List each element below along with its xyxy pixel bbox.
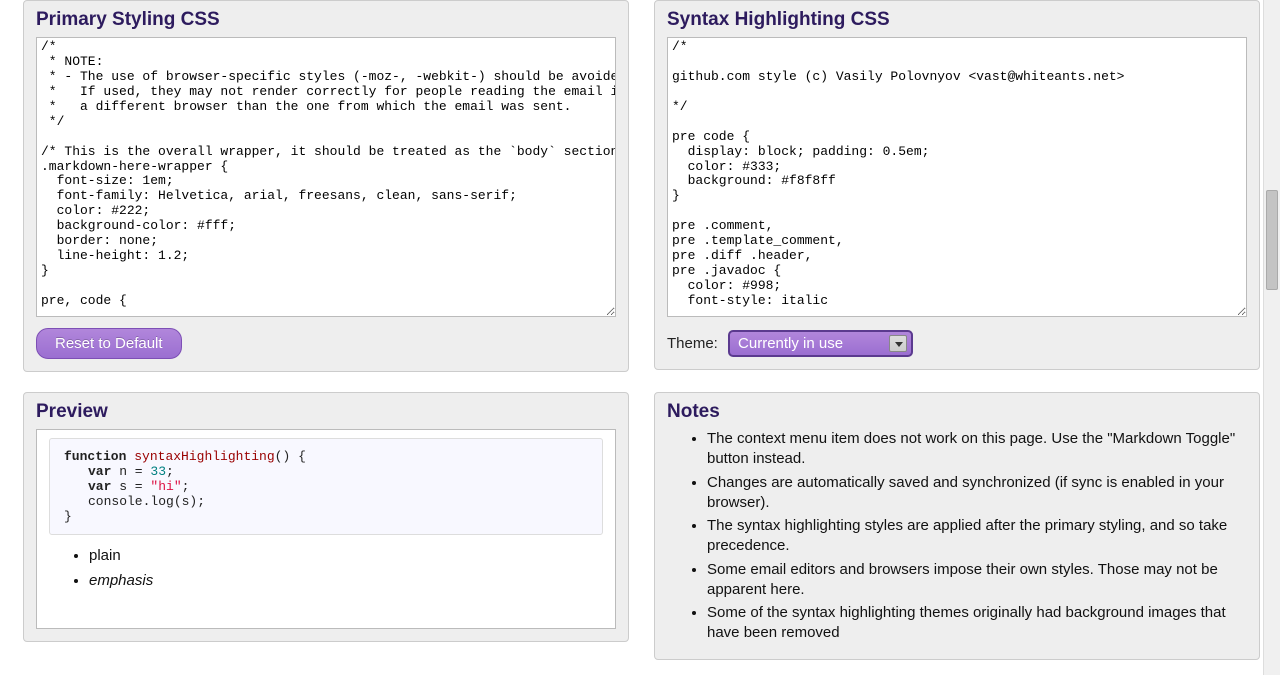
notes-list: The context menu item does not work on t…	[667, 429, 1247, 644]
code-text: console.log(s);	[88, 494, 205, 509]
list-item: Some of the syntax highlighting themes o…	[707, 603, 1247, 644]
code-text: ;	[166, 464, 174, 479]
code-kw: function	[64, 449, 126, 464]
code-text: ;	[182, 479, 190, 494]
syntax-css-title: Syntax Highlighting CSS	[667, 9, 1247, 31]
primary-css-textarea[interactable]	[36, 37, 616, 317]
syntax-css-panel: Syntax Highlighting CSS Theme: Currently…	[654, 0, 1260, 370]
preview-box[interactable]: function syntaxHighlighting() { var n = …	[36, 429, 616, 629]
code-text: n =	[111, 464, 150, 479]
code-text: () {	[275, 449, 306, 464]
code-text: }	[64, 509, 72, 524]
code-text: s =	[111, 479, 150, 494]
preview-title: Preview	[36, 401, 616, 423]
code-str: "hi"	[150, 479, 181, 494]
list-item: The syntax highlighting styles are appli…	[707, 516, 1247, 557]
reset-to-default-button[interactable]: Reset to Default	[36, 328, 182, 359]
list-item: plain	[89, 547, 603, 564]
code-num: 33	[150, 464, 166, 479]
list-item: The context menu item does not work on t…	[707, 429, 1247, 470]
code-kw: var	[88, 479, 111, 494]
theme-label: Theme:	[667, 335, 718, 352]
code-kw: var	[88, 464, 111, 479]
preview-panel: Preview function syntaxHighlighting() { …	[23, 392, 629, 642]
scrollbar-thumb[interactable]	[1266, 190, 1278, 290]
notes-title: Notes	[667, 401, 1247, 423]
preview-code-block: function syntaxHighlighting() { var n = …	[49, 438, 603, 535]
preview-bullets: plain emphasis	[49, 547, 603, 589]
theme-select[interactable]: Currently in use	[728, 330, 913, 357]
list-item: Some email editors and browsers impose t…	[707, 560, 1247, 601]
page-scrollbar[interactable]	[1263, 0, 1280, 675]
notes-panel: Notes The context menu item does not wor…	[654, 392, 1260, 660]
primary-css-title: Primary Styling CSS	[36, 9, 616, 31]
list-item: Changes are automatically saved and sync…	[707, 473, 1247, 514]
list-item: emphasis	[89, 572, 603, 589]
syntax-css-textarea[interactable]	[667, 37, 1247, 317]
primary-css-panel: Primary Styling CSS Reset to Default	[23, 0, 629, 372]
theme-row: Theme: Currently in use	[667, 330, 1247, 357]
code-fn: syntaxHighlighting	[134, 449, 274, 464]
theme-selected-value: Currently in use	[738, 335, 843, 352]
